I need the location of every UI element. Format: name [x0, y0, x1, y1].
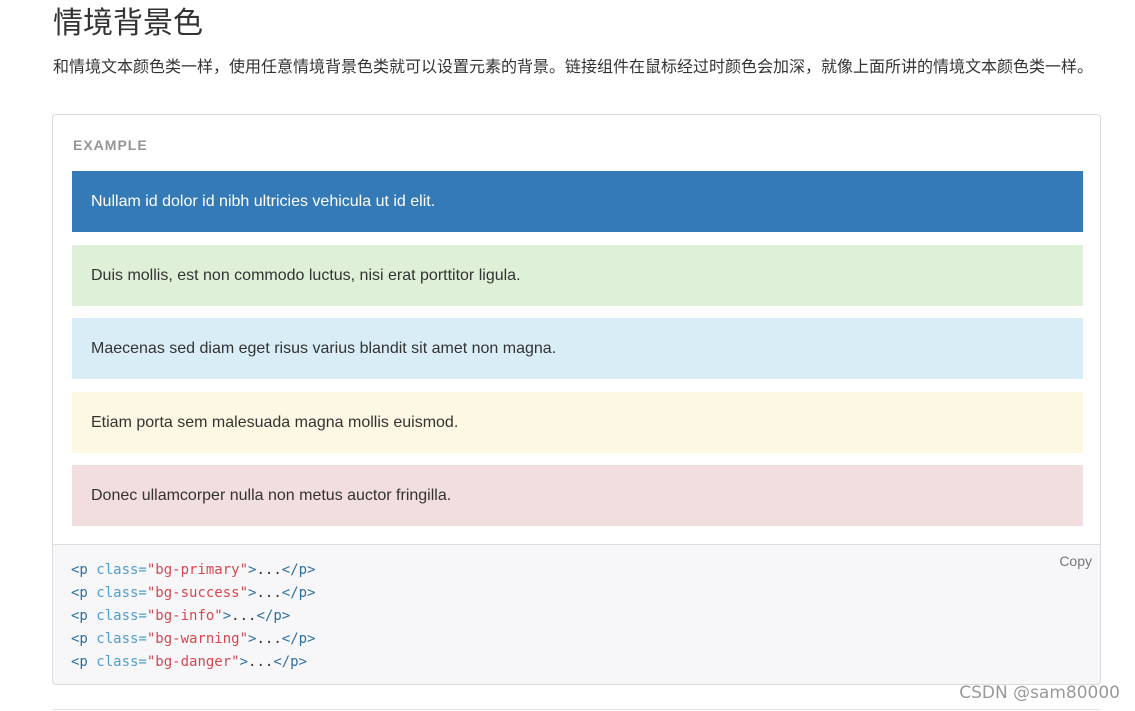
- bg-info-row: Maecenas sed diam eget risus varius blan…: [72, 318, 1083, 379]
- bottom-divider: [52, 709, 1101, 710]
- example-label: EXAMPLE: [73, 137, 148, 153]
- code-line: <p class="bg-primary">...</p>: [71, 562, 316, 578]
- page: 情境背景色 和情境文本颜色类一样，使用任意情境背景色类就可以设置元素的背景。链接…: [0, 0, 1135, 711]
- example-panel: EXAMPLE Nullam id dolor id nibh ultricie…: [52, 114, 1101, 544]
- bg-primary-row: Nullam id dolor id nibh ultricies vehicu…: [72, 171, 1083, 232]
- copy-button[interactable]: Copy: [1059, 553, 1092, 569]
- watermark: CSDN @sam80000: [959, 683, 1120, 703]
- page-title: 情境背景色: [53, 6, 203, 41]
- code-block: Copy <p class="bg-primary">...</p> <p cl…: [52, 544, 1101, 685]
- bg-success-row: Duis mollis, est non commodo luctus, nis…: [72, 245, 1083, 306]
- bg-warning-row: Etiam porta sem malesuada magna mollis e…: [72, 392, 1083, 453]
- bg-danger-row: Donec ullamcorper nulla non metus auctor…: [72, 465, 1083, 526]
- code-line: <p class="bg-success">...</p>: [71, 585, 316, 601]
- code-line: <p class="bg-warning">...</p>: [71, 631, 316, 647]
- code-lines: <p class="bg-primary">...</p> <p class="…: [71, 559, 315, 674]
- code-line: <p class="bg-info">...</p>: [71, 608, 291, 624]
- code-line: <p class="bg-danger">...</p>: [71, 654, 308, 670]
- intro-paragraph: 和情境文本颜色类一样，使用任意情境背景色类就可以设置元素的背景。链接组件在鼠标经…: [53, 57, 1094, 76]
